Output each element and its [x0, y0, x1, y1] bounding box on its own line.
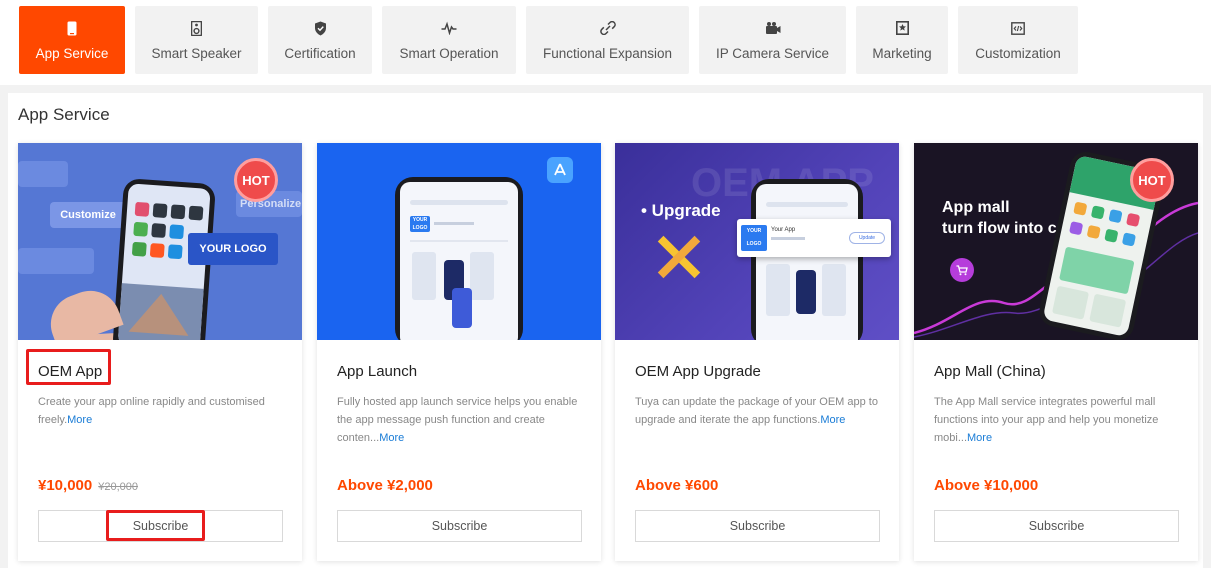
customize-label: Customize [50, 202, 126, 228]
tab-label: Smart Speaker [151, 46, 242, 61]
product-card-app-mall[interactable]: App mall turn flow into cash HOT App Mal… [914, 143, 1198, 561]
speaker-icon [191, 20, 202, 36]
card-price: ¥10,000 ¥20,000 [38, 477, 138, 494]
subscribe-button[interactable]: Subscribe [38, 510, 283, 542]
card-price: Above ¥10,000 [934, 477, 1039, 494]
app-mall-image: App mall turn flow into cash HOT [914, 143, 1198, 340]
subscribe-button[interactable]: Subscribe [635, 510, 880, 542]
original-price: ¥20,000 [98, 481, 138, 493]
camera-icon [765, 20, 781, 36]
product-card-oem-app-upgrade[interactable]: OEM APP • Upgrade YOUR LOGO Your App Upd… [615, 143, 899, 561]
mall-headline-1: App mall [942, 199, 1010, 216]
more-link[interactable]: More [379, 432, 404, 444]
your-logo-label: YOUR LOGO [188, 233, 278, 265]
tab-app-service[interactable]: App Service [19, 6, 125, 74]
hot-badge: HOT [234, 158, 278, 202]
tab-smart-speaker[interactable]: Smart Speaker [135, 6, 258, 74]
tab-label: App Service [35, 46, 109, 61]
tab-customization[interactable]: Customization [958, 6, 1078, 74]
bookmark-icon [895, 20, 909, 36]
tab-label: Customization [975, 46, 1061, 61]
product-card-app-launch[interactable]: YOUR LOGO App Launch Fully hosted app la… [317, 143, 601, 561]
card-price: Above ¥600 [635, 477, 719, 494]
subscribe-button[interactable]: Subscribe [934, 510, 1179, 542]
card-price: Above ¥2,000 [337, 477, 433, 494]
subscribe-button[interactable]: Subscribe [337, 510, 582, 542]
app-service-section: App Service Customize Personalize YOUR L… [8, 93, 1203, 568]
mini-logo: YOUR LOGO [410, 216, 430, 232]
tab-functional-expansion[interactable]: Functional Expansion [526, 6, 689, 74]
tab-label: Smart Operation [399, 46, 499, 61]
tab-certification[interactable]: Certification [268, 6, 372, 74]
card-title: OEM App [38, 363, 103, 380]
section-title: App Service [18, 105, 110, 124]
link-icon [599, 20, 616, 36]
your-app-popup: YOUR LOGO Your App Update [737, 219, 891, 257]
pulse-icon [441, 20, 457, 36]
more-link[interactable]: More [820, 414, 845, 426]
tab-label: Functional Expansion [542, 46, 673, 61]
card-description: Create your app online rapidly and custo… [38, 396, 265, 426]
oem-app-upgrade-image: OEM APP • Upgrade YOUR LOGO Your App Upd… [615, 143, 899, 340]
phone-icon [67, 20, 77, 36]
tab-label: IP Camera Service [715, 46, 830, 61]
card-title: OEM App Upgrade [635, 363, 761, 380]
hot-badge: HOT [1130, 158, 1174, 202]
phone-illustration: YOUR LOGO [395, 177, 523, 340]
cart-icon [950, 258, 974, 282]
code-icon [1011, 20, 1025, 36]
phone-illustration [751, 179, 863, 340]
app-store-icon [547, 157, 573, 183]
service-tab-bar: App Service Smart Speaker Certification … [0, 0, 1211, 85]
more-link[interactable]: More [967, 432, 992, 444]
card-title: App Launch [337, 363, 418, 380]
tab-label: Certification [284, 46, 356, 61]
oem-app-image: Customize Personalize YOUR LOGO HOT [18, 143, 302, 340]
tab-label: Marketing [872, 46, 932, 61]
app-launch-image: YOUR LOGO [317, 143, 601, 340]
card-description: Fully hosted app launch service helps yo… [337, 396, 578, 444]
shield-icon [314, 20, 327, 36]
card-description: Tuya can update the package of your OEM … [635, 396, 878, 426]
tab-marketing[interactable]: Marketing [856, 6, 948, 74]
tab-ip-camera-service[interactable]: IP Camera Service [699, 6, 846, 74]
card-title: App Mall (China) [934, 363, 1046, 380]
mini-logo: YOUR LOGO [741, 225, 767, 251]
upgrade-label: • Upgrade [641, 201, 721, 220]
product-card-oem-app[interactable]: Customize Personalize YOUR LOGO HOT OEM … [18, 143, 302, 561]
your-app-text: Your App [771, 227, 796, 233]
more-link[interactable]: More [67, 414, 92, 426]
tab-smart-operation[interactable]: Smart Operation [382, 6, 516, 74]
card-description: The App Mall service integrates powerful… [934, 396, 1159, 444]
update-button-image: Update [849, 232, 885, 244]
